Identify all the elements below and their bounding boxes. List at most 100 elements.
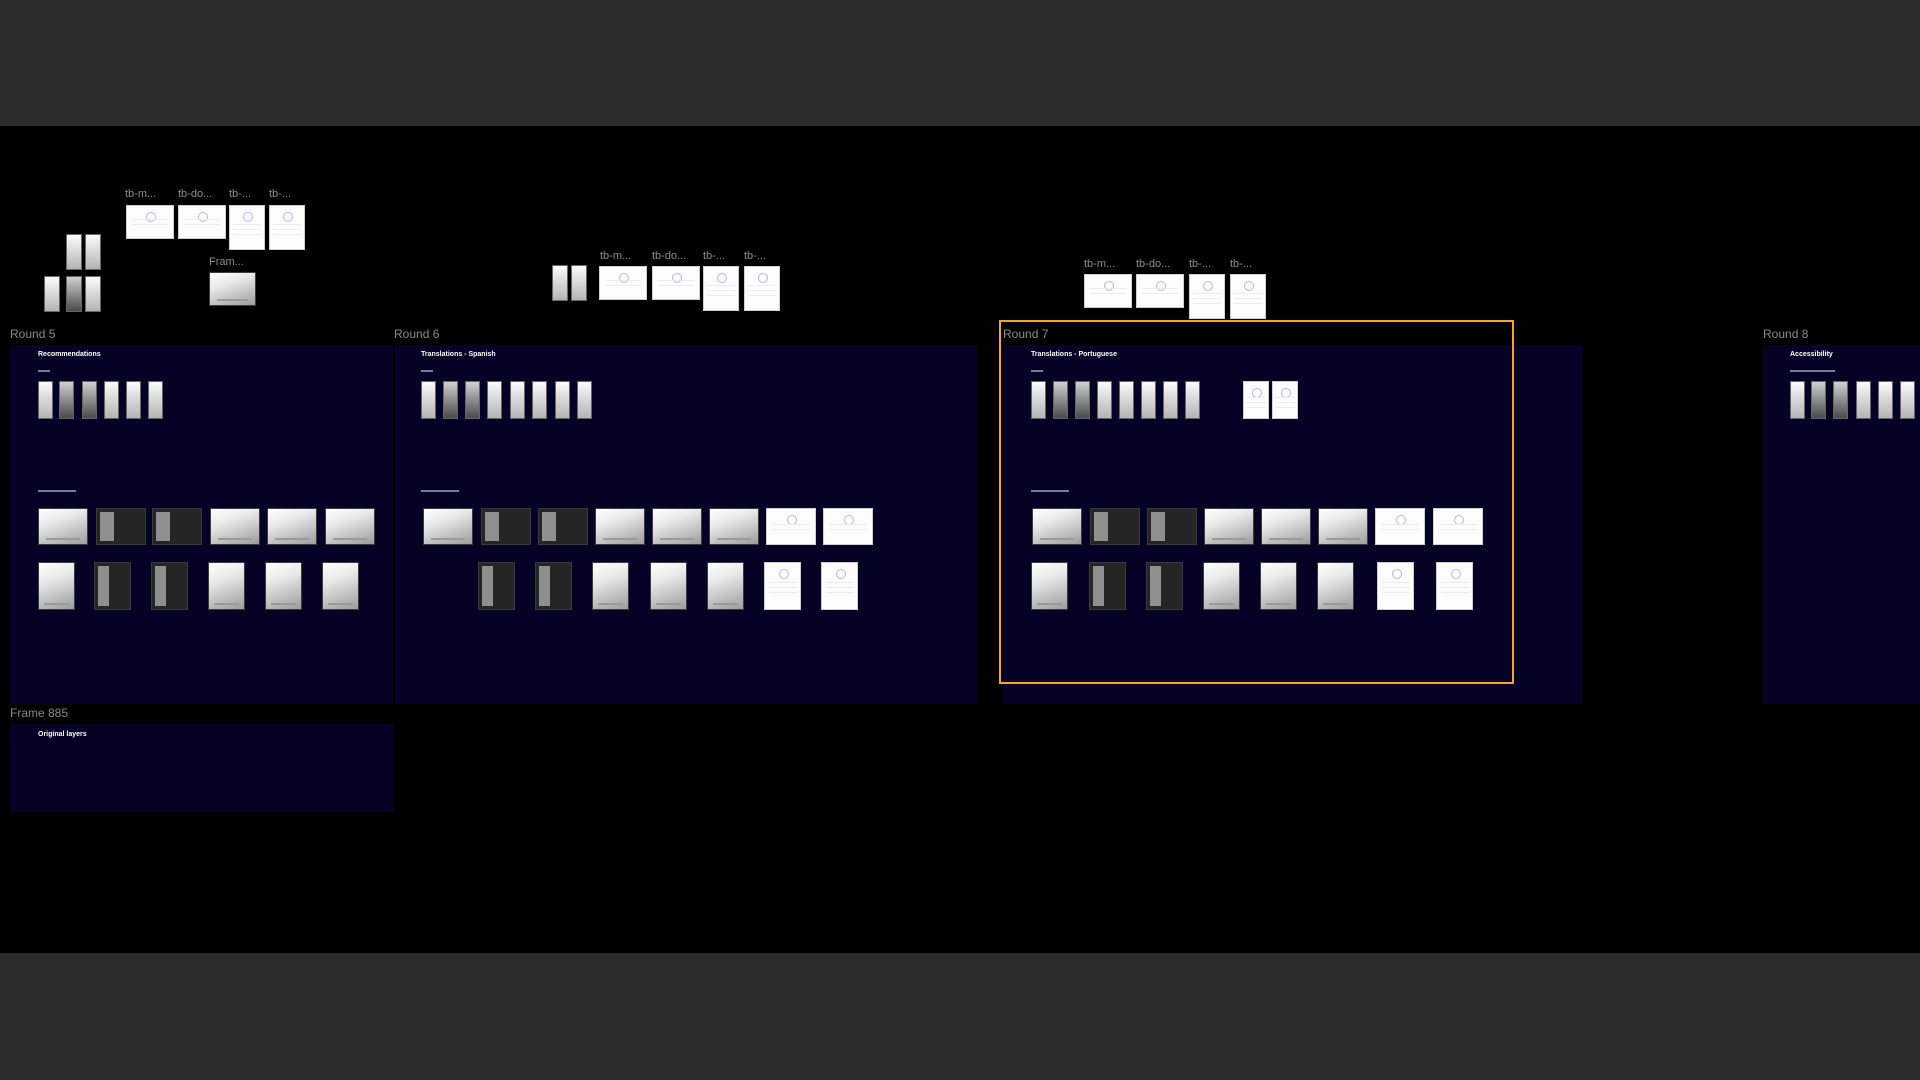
phone-screen-thumbnail[interactable]	[38, 381, 53, 419]
loose-thumbnail[interactable]	[652, 266, 700, 300]
loose-thumbnail[interactable]	[571, 265, 587, 301]
phone-screen-thumbnail[interactable]	[1272, 381, 1298, 419]
tablet-screen-thumbnail[interactable]	[1261, 508, 1311, 545]
loose-thumbnail[interactable]	[66, 276, 82, 312]
loose-thumbnail[interactable]	[126, 205, 174, 239]
tablet-screen-thumbnail[interactable]	[151, 562, 188, 610]
tablet-screen-thumbnail[interactable]	[423, 508, 473, 545]
phone-screen-thumbnail[interactable]	[1900, 381, 1915, 419]
round-8-label[interactable]: Round 8	[1763, 327, 1808, 341]
phone-screen-thumbnail[interactable]	[1053, 381, 1068, 419]
phone-screen-thumbnail[interactable]	[510, 381, 525, 419]
phone-screen-thumbnail[interactable]	[1878, 381, 1893, 419]
loose-thumbnail[interactable]	[744, 266, 780, 311]
loose-thumbnail[interactable]	[178, 205, 226, 239]
loose-thumbnail[interactable]	[1084, 274, 1132, 308]
phone-screen-thumbnail[interactable]	[555, 381, 570, 419]
tablet-screen-thumbnail[interactable]	[322, 562, 359, 610]
tablet-screen-thumbnail[interactable]	[94, 562, 131, 610]
tablet-screen-thumbnail[interactable]	[535, 562, 572, 610]
phone-screen-thumbnail[interactable]	[443, 381, 458, 419]
tablet-screen-thumbnail[interactable]	[766, 508, 816, 545]
phone-screen-thumbnail[interactable]	[59, 381, 74, 419]
tablet-screen-thumbnail[interactable]	[650, 562, 687, 610]
loose-thumbnail[interactable]	[599, 266, 647, 300]
tablet-screen-thumbnail[interactable]	[1146, 562, 1183, 610]
tablet-screen-thumbnail[interactable]	[821, 562, 858, 610]
tablet-screen-thumbnail[interactable]	[538, 508, 588, 545]
phone-screen-thumbnail[interactable]	[1185, 381, 1200, 419]
loose-thumbnail[interactable]	[229, 205, 265, 250]
phone-screen-thumbnail[interactable]	[1790, 381, 1805, 419]
tablet-screen-thumbnail[interactable]	[1375, 508, 1425, 545]
loose-thumbnail[interactable]	[552, 265, 568, 301]
tablet-screen-thumbnail[interactable]	[1318, 508, 1368, 545]
tablet-screen-thumbnail[interactable]	[1032, 508, 1082, 545]
tablet-screen-thumbnail[interactable]	[210, 508, 260, 545]
phone-screen-thumbnail[interactable]	[532, 381, 547, 419]
tablet-screen-thumbnail[interactable]	[1147, 508, 1197, 545]
phone-screen-thumbnail[interactable]	[577, 381, 592, 419]
thumb-label: tb-...	[1189, 258, 1212, 270]
phone-screen-thumbnail[interactable]	[1811, 381, 1826, 419]
phone-screen-thumbnail[interactable]	[1856, 381, 1871, 419]
tablet-screen-thumbnail[interactable]	[1203, 562, 1240, 610]
tablet-screen-thumbnail[interactable]	[325, 508, 375, 545]
loose-thumbnail[interactable]	[85, 234, 101, 270]
phone-screen-thumbnail[interactable]	[421, 381, 436, 419]
tablet-screen-thumbnail[interactable]	[265, 562, 302, 610]
loose-thumbnail[interactable]	[1189, 274, 1225, 319]
tablet-screen-thumbnail[interactable]	[208, 562, 245, 610]
phone-screen-thumbnail[interactable]	[82, 381, 97, 419]
tablet-screen-thumbnail[interactable]	[38, 508, 88, 545]
frame-885-label[interactable]: Frame 885	[10, 706, 68, 720]
tablet-screen-thumbnail[interactable]	[1031, 562, 1068, 610]
phone-screen-thumbnail[interactable]	[1163, 381, 1178, 419]
tablet-screen-thumbnail[interactable]	[1089, 562, 1126, 610]
tablet-screen-thumbnail[interactable]	[478, 562, 515, 610]
loose-thumbnail[interactable]	[66, 234, 82, 270]
loose-thumbnail[interactable]	[85, 276, 101, 312]
tablet-screen-thumbnail[interactable]	[96, 508, 146, 545]
phone-screen-thumbnail[interactable]	[1833, 381, 1848, 419]
tablet-screen-thumbnail[interactable]	[1260, 562, 1297, 610]
phone-screen-thumbnail[interactable]	[487, 381, 502, 419]
phone-screen-thumbnail[interactable]	[104, 381, 119, 419]
loose-thumbnail[interactable]	[269, 205, 305, 250]
phone-screen-thumbnail[interactable]	[1243, 381, 1269, 419]
tablet-screen-thumbnail[interactable]	[707, 562, 744, 610]
tablet-screen-thumbnail[interactable]	[595, 508, 645, 545]
loose-thumbnail[interactable]	[44, 276, 60, 312]
tablet-screen-thumbnail[interactable]	[823, 508, 873, 545]
tablet-screen-thumbnail[interactable]	[652, 508, 702, 545]
tablet-screen-thumbnail[interactable]	[709, 508, 759, 545]
tablet-screen-thumbnail[interactable]	[152, 508, 202, 545]
loose-thumbnail[interactable]	[209, 272, 256, 306]
tablet-screen-thumbnail[interactable]	[1377, 562, 1414, 610]
phone-screen-thumbnail[interactable]	[465, 381, 480, 419]
tablet-screen-thumbnail[interactable]	[481, 508, 531, 545]
phone-screen-thumbnail[interactable]	[1031, 381, 1046, 419]
tablet-screen-thumbnail[interactable]	[1090, 508, 1140, 545]
tablet-screen-thumbnail[interactable]	[592, 562, 629, 610]
tablet-screen-thumbnail[interactable]	[1436, 562, 1473, 610]
round-6-label[interactable]: Round 6	[394, 327, 439, 341]
phone-screen-thumbnail[interactable]	[1097, 381, 1112, 419]
tablet-screen-thumbnail[interactable]	[1204, 508, 1254, 545]
phone-screen-thumbnail[interactable]	[1119, 381, 1134, 419]
phone-screen-thumbnail[interactable]	[1075, 381, 1090, 419]
round-5-label[interactable]: Round 5	[10, 327, 55, 341]
phone-screen-thumbnail[interactable]	[1141, 381, 1156, 419]
loose-thumbnail[interactable]	[703, 266, 739, 311]
tablet-screen-thumbnail[interactable]	[267, 508, 317, 545]
loose-thumbnail[interactable]	[1136, 274, 1184, 308]
thumb-label: Fram...	[209, 256, 244, 268]
loose-thumbnail[interactable]	[1230, 274, 1266, 319]
design-canvas[interactable]: Round 5 Round 6 Round 7 Round 8 Frame 88…	[0, 126, 1920, 953]
tablet-screen-thumbnail[interactable]	[1433, 508, 1483, 545]
phone-screen-thumbnail[interactable]	[148, 381, 163, 419]
tablet-screen-thumbnail[interactable]	[1317, 562, 1354, 610]
phone-screen-thumbnail[interactable]	[126, 381, 141, 419]
tablet-screen-thumbnail[interactable]	[764, 562, 801, 610]
tablet-screen-thumbnail[interactable]	[38, 562, 75, 610]
